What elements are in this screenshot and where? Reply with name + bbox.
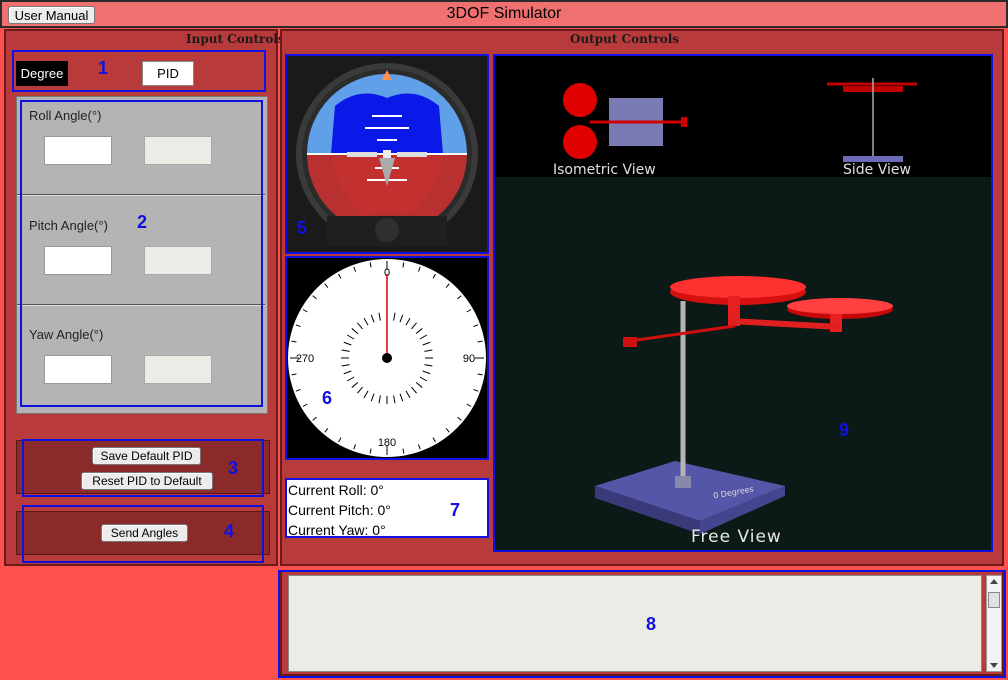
scroll-up-icon[interactable]	[990, 579, 998, 584]
isometric-view-label: Isometric View	[553, 162, 656, 178]
annotation-6: 6	[322, 388, 333, 408]
tab-pid[interactable]: PID	[142, 61, 194, 86]
compass: 0 90 180 270	[288, 259, 486, 457]
free-view-label: Free View	[691, 527, 782, 547]
yaw-pid-input[interactable]	[144, 355, 212, 384]
current-yaw-readout: Current Yaw: 0°	[288, 522, 386, 538]
compass-label-west: 270	[296, 353, 314, 365]
roll-angle-label: Roll Angle(°)	[29, 108, 102, 123]
side-view-label: Side View	[843, 162, 911, 178]
view-graphics	[563, 78, 917, 534]
annotation-1: 1	[98, 58, 109, 78]
current-pitch-readout: Current Pitch: 0°	[288, 502, 391, 518]
views-frame: Isometric View Side View 0 Degrees Free …	[493, 54, 993, 552]
scroll-thumb[interactable]	[988, 592, 1000, 608]
log-scrollbar[interactable]	[986, 575, 1002, 672]
side-model	[827, 78, 917, 162]
page-title: 3DOF Simulator	[446, 5, 562, 22]
roll-pid-input[interactable]	[144, 136, 212, 165]
isometric-model	[563, 83, 687, 159]
input-controls-title: Input Controls	[186, 32, 285, 46]
log-textarea[interactable]	[288, 575, 982, 672]
compass-frame: 0 90 180 270	[285, 256, 489, 460]
yaw-angle-label: Yaw Angle(°)	[29, 327, 104, 342]
output-controls-title: Output Controls	[570, 32, 680, 46]
pitch-angle-label: Pitch Angle(°)	[29, 218, 108, 233]
roll-angle-input[interactable]	[44, 136, 112, 165]
scroll-down-icon[interactable]	[990, 663, 998, 668]
current-roll-readout: Current Roll: 0°	[288, 482, 384, 498]
send-angles-button[interactable]: Send Angles	[101, 524, 188, 542]
annotation-8: 8	[646, 614, 657, 634]
yaw-angle-input[interactable]	[44, 355, 112, 384]
annotation-7: 7	[450, 500, 461, 520]
pitch-pid-input[interactable]	[144, 246, 212, 275]
annotation-3: 3	[228, 458, 239, 478]
tab-degree[interactable]: Degree	[16, 61, 68, 86]
annotation-4: 4	[224, 521, 235, 541]
compass-hub	[382, 353, 392, 363]
compass-label-south: 180	[378, 437, 396, 449]
reset-pid-button[interactable]: Reset PID to Default	[81, 472, 213, 490]
compass-label-east: 90	[463, 353, 475, 365]
attitude-indicator-frame	[285, 54, 489, 254]
attitude-indicator	[296, 63, 478, 246]
annotation-5: 5	[297, 218, 308, 238]
annotation-9: 9	[839, 420, 850, 440]
pitch-angle-input[interactable]	[44, 246, 112, 275]
save-default-pid-button[interactable]: Save Default PID	[92, 447, 201, 465]
annotation-2: 2	[137, 212, 148, 232]
free-view-model	[595, 276, 893, 534]
